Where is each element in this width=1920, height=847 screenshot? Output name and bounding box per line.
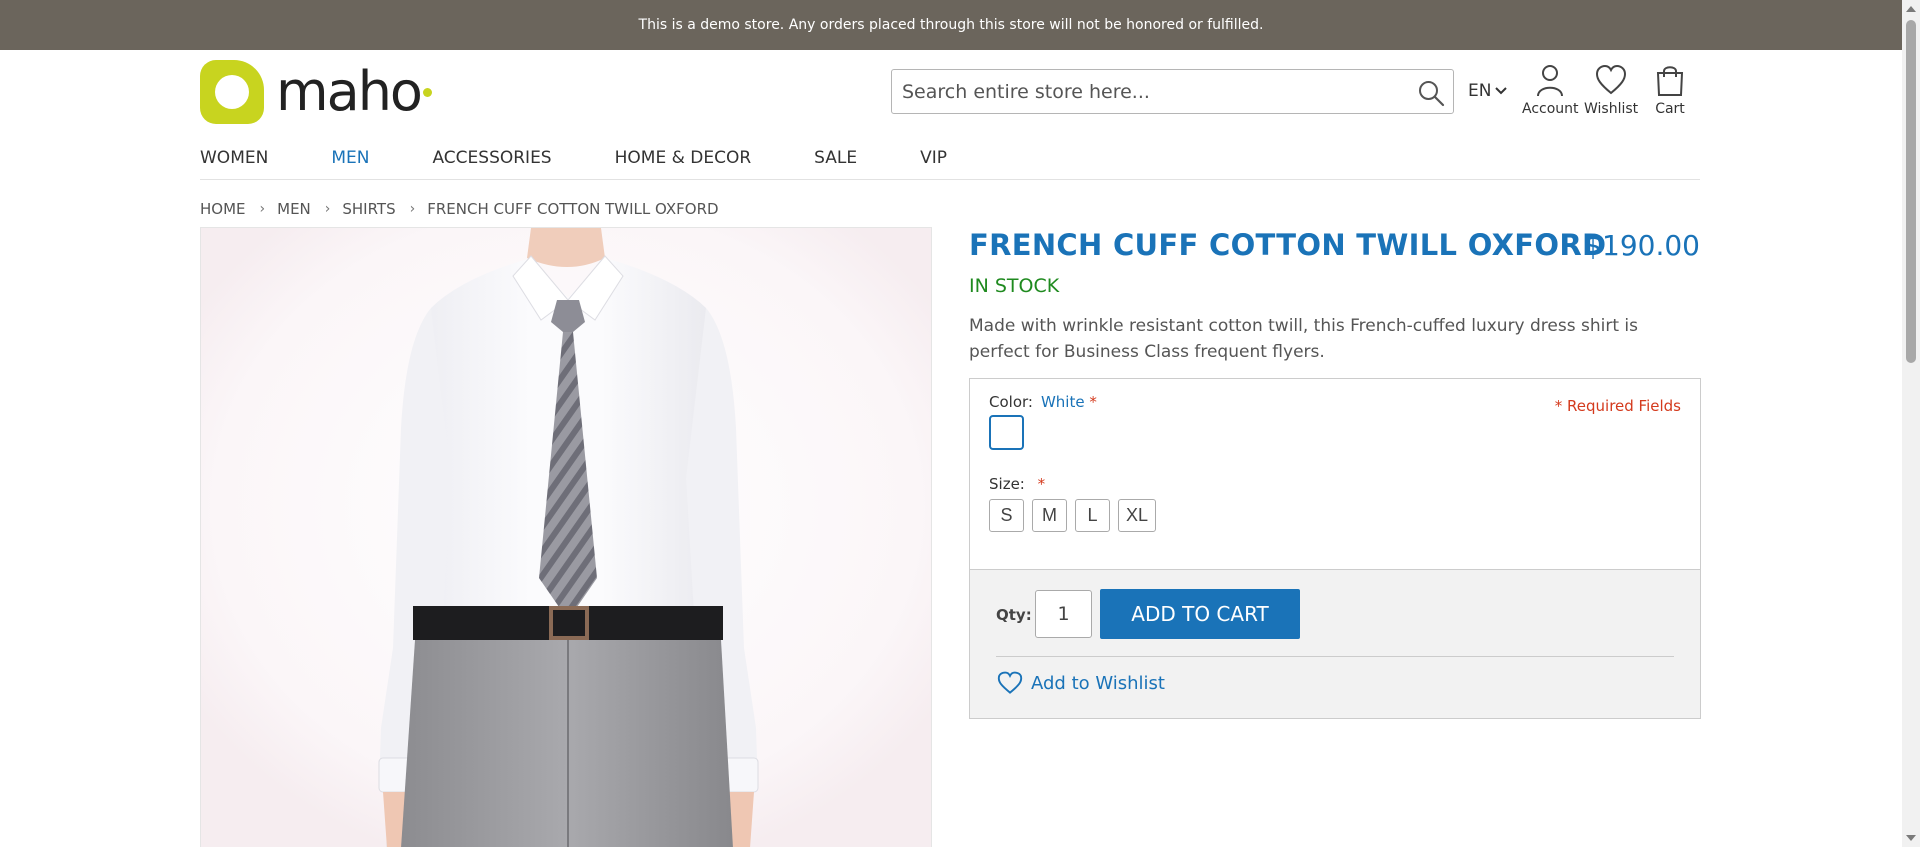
add-to-wishlist-link[interactable]: Add to Wishlist [997,671,1165,695]
divider [996,656,1674,657]
color-label: Color: [989,393,1033,411]
product-price: $190.00 [1584,229,1700,262]
search-box [891,69,1454,114]
breadcrumb-home[interactable]: HOME [200,200,246,218]
nav-item-sale[interactable]: SALE [814,148,857,179]
scroll-down-icon[interactable] [1906,835,1916,841]
breadcrumb-separator: › [409,201,416,217]
demo-notice-bar: This is a demo store. Any orders placed … [0,0,1902,50]
heart-icon [1596,64,1627,95]
color-option-label: Color: White * [989,393,1097,411]
language-switcher[interactable]: EN [1468,81,1508,101]
nav-item-home-decor[interactable]: HOME & DECOR [615,148,752,179]
breadcrumb-men[interactable]: MEN [277,200,311,218]
bag-icon [1656,66,1684,96]
color-selected-value: White [1040,393,1085,411]
store-logo[interactable]: maho [200,60,435,124]
breadcrumb: HOME › MEN › SHIRTS › FRENCH CUFF COTTON… [200,200,719,218]
size-option-label: Size: * [989,475,1045,493]
main-navigation: WOMEN MEN ACCESSORIES HOME & DECOR SALE … [200,148,1700,180]
heart-icon [997,671,1023,694]
breadcrumb-shirts[interactable]: SHIRTS [342,200,395,218]
logo-dot [422,87,432,97]
scroll-up-icon[interactable] [1906,6,1916,12]
chevron-down-icon [1495,87,1508,95]
nav-item-vip[interactable]: VIP [920,148,947,179]
language-code: EN [1468,81,1492,101]
vertical-scrollbar[interactable] [1902,0,1920,847]
size-button-xl[interactable]: XL [1118,499,1157,532]
search-input[interactable] [902,71,1402,112]
color-swatch-white[interactable] [989,415,1024,450]
cart-link[interactable]: Cart [1654,63,1686,117]
size-button-s[interactable]: S [989,499,1024,532]
account-label: Account [1522,101,1579,117]
add-to-cart-box: Qty: 1 ADD TO CART Add to Wishlist [969,569,1701,719]
breadcrumb-separator: › [259,201,266,217]
add-to-cart-button[interactable]: ADD TO CART [1100,589,1300,639]
size-button-l[interactable]: L [1075,499,1110,532]
scrollbar-thumb[interactable] [1906,20,1916,363]
product-image[interactable] [200,227,932,847]
product-title: FRENCH CUFF COTTON TWILL OXFORD [969,228,1607,262]
add-to-wishlist-label: Add to Wishlist [1031,672,1165,694]
wishlist-link[interactable]: Wishlist [1584,63,1638,117]
product-options: Color: White * * Required Fields Size: * … [969,378,1701,570]
logo-wordmark: maho [276,60,423,123]
stock-status: IN STOCK [969,275,1060,297]
wishlist-label: Wishlist [1584,101,1639,117]
size-label: Size: [989,475,1025,493]
breadcrumb-current: FRENCH CUFF COTTON TWILL OXFORD [427,200,719,218]
user-icon [1537,65,1564,97]
required-mark: * [1037,475,1046,493]
breadcrumb-separator: › [324,201,331,217]
demo-notice-text: This is a demo store. Any orders placed … [638,17,1264,33]
cart-label: Cart [1655,101,1685,117]
size-selector: S M L XL [989,499,1157,532]
account-link[interactable]: Account [1522,63,1579,117]
qty-label: Qty: [996,606,1032,624]
nav-item-accessories[interactable]: ACCESSORIES [432,148,551,179]
product-description: Made with wrinkle resistant cotton twill… [969,316,1638,362]
size-button-m[interactable]: M [1032,499,1067,532]
search-icon[interactable] [1417,79,1445,107]
nav-item-men[interactable]: MEN [331,148,369,179]
required-fields-note: * Required Fields [1554,397,1681,415]
nav-item-women[interactable]: WOMEN [200,148,268,179]
logo-mark-icon [200,60,264,124]
quantity-input[interactable]: 1 [1035,590,1092,638]
required-mark: * [1089,393,1097,411]
product-photo-shirt-model [201,228,931,847]
